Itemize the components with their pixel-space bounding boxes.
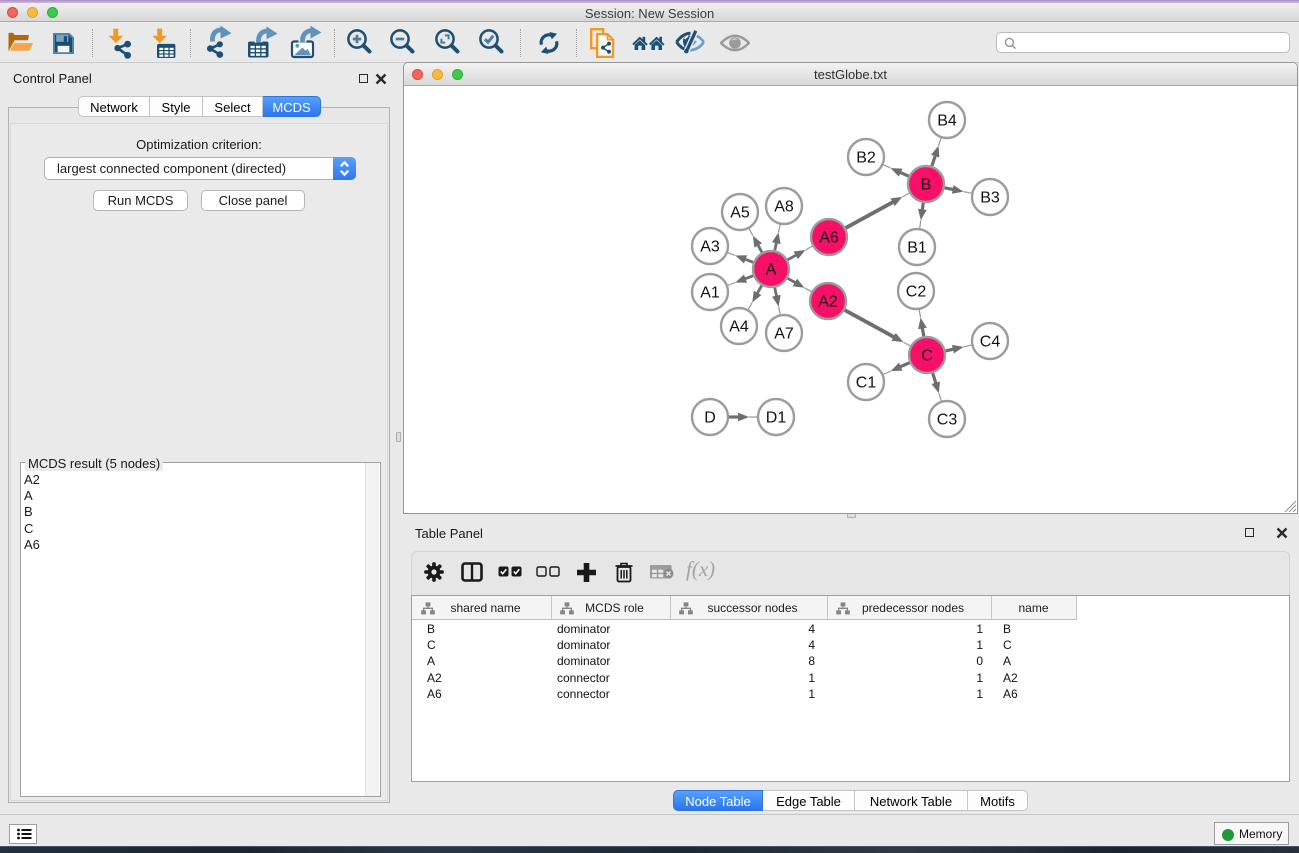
svg-text:D: D (704, 410, 716, 427)
svg-text:D1: D1 (766, 410, 787, 427)
svg-text:C3: C3 (937, 412, 958, 429)
svg-text:A: A (766, 262, 777, 279)
svg-text:B3: B3 (980, 190, 1000, 207)
svg-text:A1: A1 (700, 285, 720, 302)
svg-text:A4: A4 (729, 319, 749, 336)
svg-text:A2: A2 (818, 294, 838, 311)
svg-text:B1: B1 (907, 240, 927, 257)
svg-text:C2: C2 (906, 284, 927, 301)
svg-text:A8: A8 (774, 199, 794, 216)
svg-text:A3: A3 (700, 239, 720, 256)
svg-text:B2: B2 (856, 150, 876, 167)
svg-text:A7: A7 (774, 326, 794, 343)
svg-text:C: C (921, 348, 933, 365)
svg-text:C1: C1 (856, 375, 877, 392)
svg-text:A6: A6 (819, 230, 839, 247)
svg-text:A5: A5 (730, 205, 750, 222)
svg-text:B4: B4 (937, 113, 957, 130)
svg-text:B: B (921, 177, 932, 194)
svg-text:C4: C4 (980, 334, 1001, 351)
